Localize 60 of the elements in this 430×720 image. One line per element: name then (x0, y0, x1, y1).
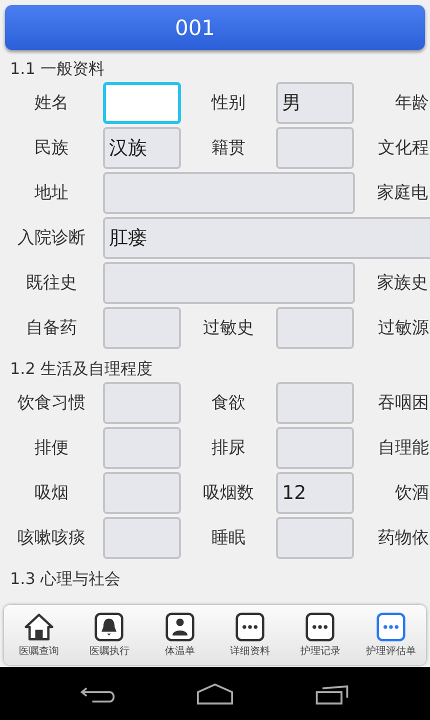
field-label: 吸烟 (34, 482, 70, 504)
person-icon (164, 612, 195, 642)
field-label: 姓名 (34, 92, 70, 114)
input-field[interactable] (103, 472, 181, 514)
field-label: 家族史 (376, 272, 429, 294)
field-label: 药物依 (377, 527, 429, 549)
field-label: 饮酒 (394, 482, 429, 504)
input-field[interactable] (276, 516, 354, 558)
input-field[interactable] (276, 306, 354, 348)
input-field[interactable] (276, 126, 354, 168)
input-field[interactable] (276, 382, 354, 424)
field-label: 家庭电 (376, 182, 429, 204)
input-field[interactable] (103, 306, 181, 348)
input-field[interactable] (276, 426, 354, 468)
input-field[interactable] (103, 516, 181, 558)
field-label: 食欲 (210, 392, 246, 414)
more-icon (376, 612, 406, 642)
input-field[interactable] (103, 262, 355, 304)
tab[interactable]: 护理评估单 (356, 605, 426, 665)
field-label: 入院诊断 (16, 227, 86, 249)
tab[interactable]: 医嘱查询 (4, 605, 74, 665)
more-icon (305, 612, 336, 642)
input-field[interactable]: 肛瘘 (103, 216, 430, 258)
home-icon[interactable] (196, 682, 234, 706)
field-label: 自备药 (25, 317, 78, 339)
field-label: 既往史 (25, 272, 78, 294)
field-label: 地址 (34, 182, 70, 204)
tab[interactable]: 体温单 (144, 605, 215, 665)
field-label: 吞咽困 (377, 392, 429, 414)
input-field[interactable] (103, 172, 355, 214)
field-label: 饮食习惯 (16, 392, 86, 414)
input-field[interactable]: 男 (276, 82, 354, 124)
record-title: 001 (174, 16, 216, 40)
field-label: 咳嗽咳痰 (16, 527, 86, 549)
field-label: 排尿 (210, 437, 246, 459)
field-label: 过敏源 (377, 317, 429, 339)
input-field[interactable]: 12 (276, 472, 354, 514)
field-label: 文化程 (377, 137, 429, 159)
bell-icon (94, 612, 124, 642)
field-label: 民族 (34, 137, 70, 159)
field-label: 自理能 (377, 437, 429, 459)
more-icon (235, 612, 266, 642)
input-field[interactable] (103, 426, 181, 468)
field-label: 过敏史 (202, 317, 255, 339)
tab[interactable]: 医嘱执行 (74, 605, 145, 665)
field-label: 排便 (34, 437, 70, 459)
field-label: 吸烟数 (202, 482, 255, 504)
field-label: 睡眠 (210, 527, 246, 549)
field-label: 性别 (210, 92, 246, 114)
field-label: 年龄 (394, 92, 429, 114)
input-field[interactable]: 汉族 (103, 126, 181, 168)
tab[interactable]: 详细资料 (214, 605, 286, 665)
section-heading: 1.2 生活及自理程度 (9, 358, 154, 380)
field-label: 籍贯 (210, 137, 246, 159)
section-heading: 1.1 一般资料 (9, 58, 106, 80)
input-field[interactable] (103, 382, 181, 424)
input-field[interactable] (103, 82, 181, 124)
house-icon (24, 612, 54, 642)
tab[interactable]: 护理记录 (285, 605, 356, 665)
section-heading: 1.3 心理与社会 (9, 568, 122, 590)
